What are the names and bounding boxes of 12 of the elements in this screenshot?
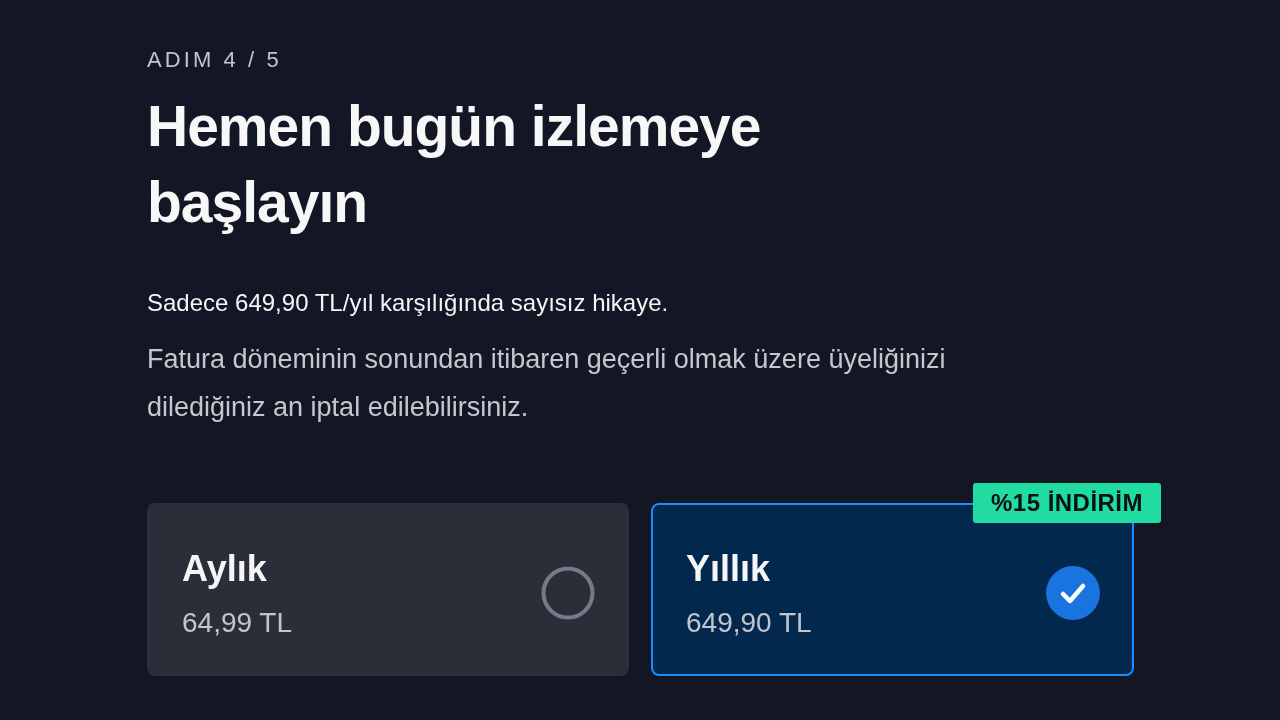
plan-price: 64,99 TL <box>182 606 293 640</box>
plan-option-card[interactable]: Aylık 64,99 TL <box>147 503 629 676</box>
checkmark-circle-icon <box>1046 566 1100 620</box>
discount-badge: %15 İNDİRİM <box>973 483 1161 523</box>
plan-name: Yıllık <box>686 547 771 591</box>
radio-circle-icon <box>541 566 595 620</box>
step-indicator: ADIM 4 / 5 <box>147 46 282 74</box>
page-heading: Hemen bugün izlemeye başlayın <box>147 93 762 236</box>
plan-price: 649,90 TL <box>686 606 812 640</box>
price-summary: Sadece 649,90 TL/yıl karşılığında sayısız hikaye. <box>147 288 669 318</box>
plan-name: Aylık <box>182 547 267 591</box>
cancellation-note: Fatura döneminin sonundan itibaren geçerli olmak üzere üyeliğinizi dilediğiniz an iptal edilebilirsiniz. <box>147 343 947 424</box>
